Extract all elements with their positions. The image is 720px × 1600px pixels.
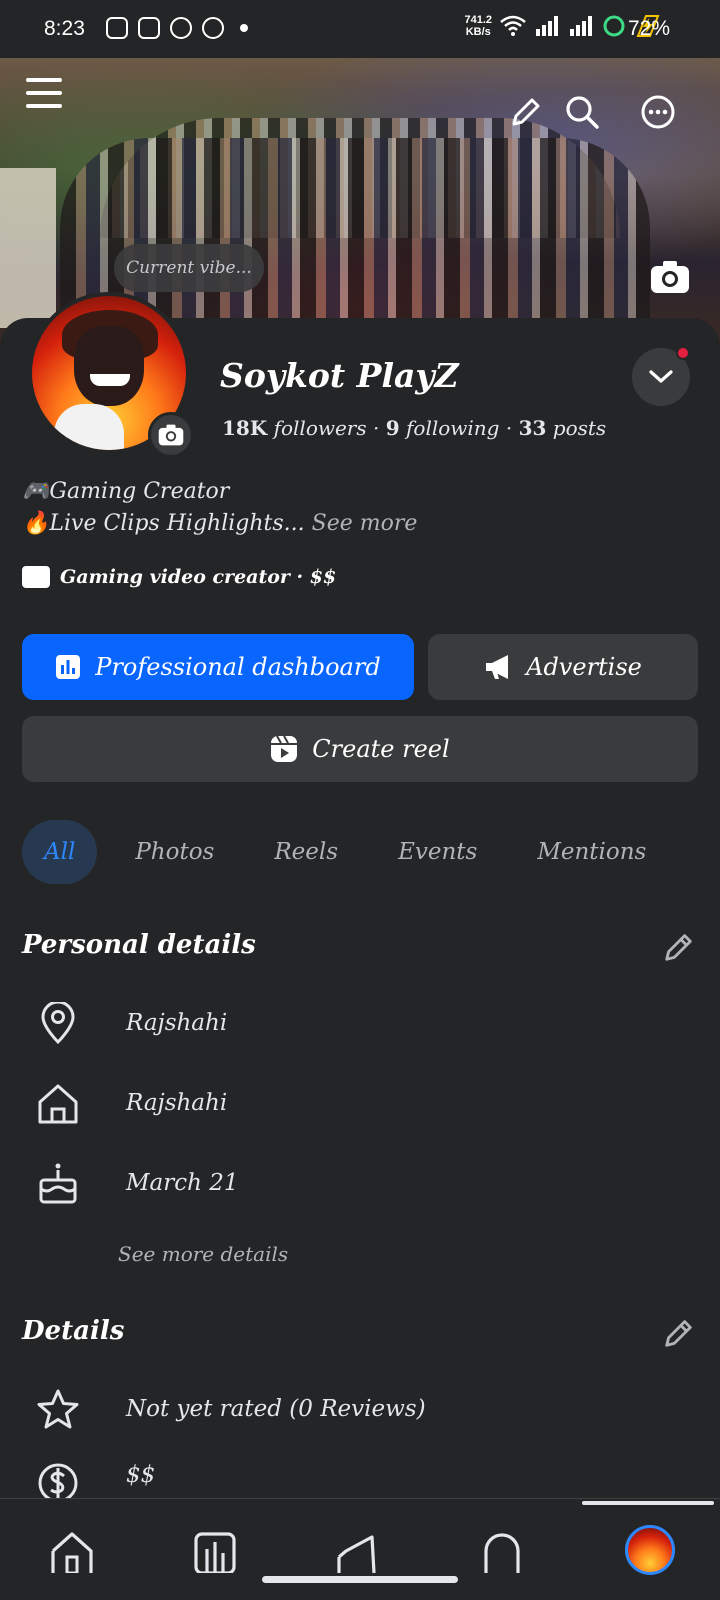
- status-bar: 8:23 741.2 KB/s 72%: [0, 0, 720, 58]
- following-label[interactable]: following: [406, 416, 499, 440]
- create-reel-button[interactable]: Create reel: [22, 716, 698, 782]
- professional-dashboard-label: Professional dashboard: [95, 653, 381, 681]
- more-notifications-dot: [240, 24, 248, 32]
- location-row: Rajshahi: [36, 998, 227, 1048]
- rating-row: Not yet rated (0 Reviews): [36, 1384, 426, 1434]
- nav-profile-avatar[interactable]: [625, 1525, 675, 1575]
- birthday-cake-icon: [39, 1163, 77, 1204]
- nav-notifications-icon[interactable]: [480, 1529, 524, 1573]
- advertise-button[interactable]: Advertise: [428, 634, 698, 700]
- dollar-circle-icon: [38, 1463, 78, 1498]
- bio-line-2: 🔥Live Clips Highlights...: [22, 511, 305, 536]
- personal-details-title: Personal details: [22, 930, 256, 960]
- gesture-home-bar[interactable]: [262, 1576, 458, 1583]
- reel-icon: [271, 735, 298, 762]
- menu-icon[interactable]: [26, 78, 62, 108]
- facebook-icon: [202, 17, 224, 39]
- price-text: $$: [126, 1462, 156, 1488]
- notification-icons: [106, 17, 248, 39]
- cover-banner: [0, 168, 56, 328]
- professional-dashboard-button[interactable]: Professional dashboard: [22, 634, 414, 700]
- profile-bio: 🎮Gaming Creator 🔥Live Clips Highlights..…: [22, 476, 417, 540]
- tab-photos[interactable]: Photos: [113, 820, 236, 884]
- more-options-icon[interactable]: [640, 94, 676, 130]
- see-more-link[interactable]: See more: [312, 511, 418, 536]
- tab-events[interactable]: Events: [376, 820, 499, 884]
- profile-category: Gaming video creator · $$: [22, 566, 336, 588]
- signal-icon: [536, 16, 558, 36]
- nav-dashboard-icon[interactable]: [193, 1529, 237, 1573]
- create-reel-label: Create reel: [312, 735, 450, 763]
- home-icon: [38, 1084, 78, 1124]
- hometown-text: Rajshahi: [126, 1090, 228, 1116]
- signal-icon: [570, 16, 592, 36]
- cover-camera-icon[interactable]: [650, 260, 690, 294]
- network-speed: 741.2 KB/s: [464, 14, 492, 38]
- birthday-text: March 21: [126, 1170, 239, 1196]
- camera-icon: [158, 424, 184, 446]
- chevron-down-icon: [649, 370, 673, 383]
- avatar-camera-button[interactable]: [148, 412, 194, 458]
- dashboard-icon: [56, 655, 81, 679]
- followers-label[interactable]: followers: [274, 416, 367, 440]
- profile-name: Soykot PlayZ: [220, 356, 459, 395]
- star-icon: [37, 1389, 79, 1429]
- category-text: Gaming video creator · $$: [60, 566, 337, 588]
- facebook-icon: [170, 17, 192, 39]
- advertise-label: Advertise: [526, 653, 642, 681]
- edit-details-icon[interactable]: [662, 1316, 696, 1350]
- hometown-row: Rajshahi: [36, 1078, 227, 1128]
- battery-level: 72%: [627, 17, 670, 40]
- status-time: 8:23: [44, 17, 85, 40]
- tab-all[interactable]: All: [22, 820, 98, 884]
- location-pin-icon: [41, 1002, 75, 1044]
- followers-count[interactable]: 18K: [222, 416, 267, 440]
- tab-mentions[interactable]: Mentions: [515, 820, 668, 884]
- profile-tabs: All Photos Reels Events Mentions: [22, 820, 684, 884]
- wifi-icon: [500, 15, 526, 36]
- posts-count: 33: [518, 416, 547, 440]
- following-count[interactable]: 9: [386, 416, 400, 440]
- edit-personal-details-icon[interactable]: [662, 930, 696, 964]
- notification-dot: [676, 346, 690, 360]
- instagram-icon: [138, 17, 160, 39]
- clapperboard-icon: [22, 566, 50, 588]
- nav-home-icon[interactable]: [50, 1529, 94, 1573]
- edit-icon[interactable]: [508, 94, 544, 130]
- search-icon[interactable]: [564, 94, 600, 130]
- profile-stats: 18K followers · 9 following · 33 posts: [222, 416, 607, 440]
- rating-text: Not yet rated (0 Reviews): [126, 1396, 426, 1422]
- bottom-navigation: [0, 1498, 720, 1600]
- price-row: $$: [36, 1462, 155, 1498]
- location-text: Rajshahi: [126, 1010, 228, 1036]
- nav-ads-icon[interactable]: [336, 1529, 380, 1573]
- current-vibe-input[interactable]: Current vibe...: [114, 244, 264, 292]
- details-title: Details: [22, 1316, 125, 1346]
- instagram-icon: [106, 17, 128, 39]
- birthday-row: March 21: [36, 1158, 239, 1208]
- bio-line-1: 🎮Gaming Creator: [22, 479, 230, 504]
- posts-label: posts: [552, 416, 607, 440]
- active-tab-indicator: [582, 1501, 714, 1505]
- tab-reels[interactable]: Reels: [252, 820, 360, 884]
- megaphone-icon: [486, 655, 509, 679]
- see-more-details-link[interactable]: See more details: [118, 1242, 288, 1266]
- data-saver-icon: [603, 15, 625, 37]
